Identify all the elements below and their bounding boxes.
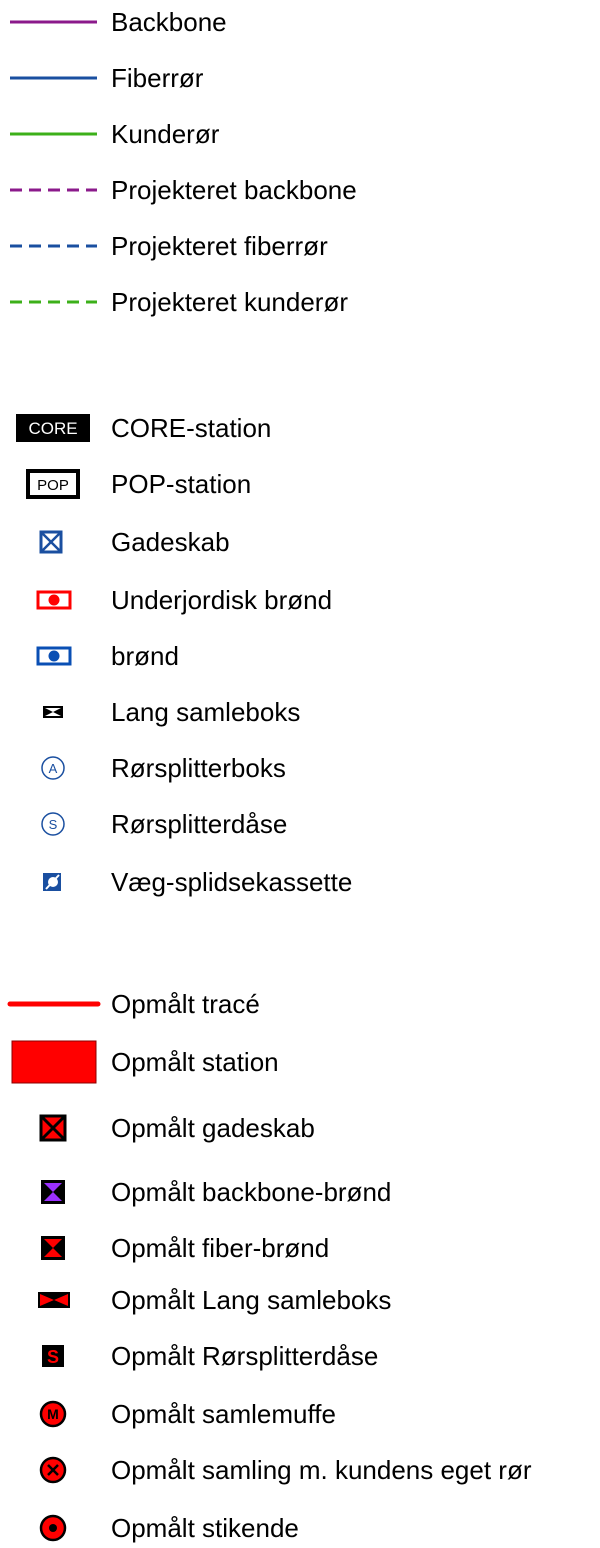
- wall-splice-cassette-icon: [0, 862, 100, 902]
- long-junction-box-icon: [0, 692, 100, 732]
- solid-purple-line-icon: [0, 2, 100, 42]
- legend-item-fiberror: Fiberrør: [0, 58, 600, 98]
- svg-text:POP: POP: [37, 477, 69, 494]
- legend-label: brønd: [111, 641, 179, 671]
- surveyed-station-icon: [0, 1040, 100, 1084]
- surveyed-street-cabinet-icon: [0, 1108, 100, 1148]
- svg-text:CORE: CORE: [28, 419, 77, 438]
- legend-label: Opmålt fiber-brønd: [111, 1233, 330, 1263]
- legend-item-pop-station: POP POP-station: [0, 464, 600, 504]
- legend-label: Fiberrør: [111, 63, 204, 93]
- svg-text:A: A: [49, 761, 58, 776]
- legend-label: Opmålt samlemuffe: [111, 1399, 336, 1429]
- legend-label: Væg-splidsekassette: [111, 867, 353, 897]
- legend-label: Opmålt station: [111, 1047, 279, 1077]
- surveyed-splice-sleeve-icon: M: [0, 1394, 100, 1434]
- legend-item-core-station: CORE CORE-station: [0, 408, 600, 448]
- legend-item-gadeskab: Gadeskab: [0, 522, 600, 562]
- legend-label: Opmålt tracé: [111, 989, 260, 1019]
- svg-text:S: S: [47, 1347, 59, 1367]
- legend-item-backbone: Backbone: [0, 2, 600, 42]
- legend-item-pipe-splitter-can: S Rørsplitterdåse: [0, 804, 600, 844]
- surveyed-fiber-well-icon: [0, 1228, 100, 1268]
- legend-label: Opmålt Lang samleboks: [111, 1285, 392, 1315]
- legend-item-surveyed-route: Opmålt tracé: [0, 984, 600, 1024]
- legend-item-surveyed-backbone-well: Opmålt backbone-brønd: [0, 1172, 600, 1212]
- legend-label: Backbone: [111, 7, 227, 37]
- legend-item-projected-fiberror: Projekteret fiberrør: [0, 226, 600, 266]
- dashed-purple-line-icon: [0, 170, 100, 210]
- legend-item-surveyed-joint-customer-pipe: Opmålt samling m. kundens eget rør: [0, 1450, 600, 1490]
- legend-label: Gadeskab: [111, 527, 230, 557]
- underground-well-icon: [0, 580, 100, 620]
- legend-item-pipe-splitter-box: A Rørsplitterboks: [0, 748, 600, 788]
- legend-label: Underjordisk brønd: [111, 585, 333, 615]
- legend-item-kunderor: Kunderør: [0, 114, 600, 154]
- legend-item-surveyed-splice-sleeve: M Opmålt samlemuffe: [0, 1394, 600, 1434]
- legend-item-surveyed-pipe-splitter-can: S Opmålt Rørsplitterdåse: [0, 1336, 600, 1376]
- surveyed-backbone-well-icon: [0, 1172, 100, 1212]
- legend-item-wall-splice-cassette: Væg-splidsekassette: [0, 862, 600, 902]
- legend-item-surveyed-long-junction-box: Opmålt Lang samleboks: [0, 1280, 600, 1320]
- legend-label: Opmålt stikende: [111, 1513, 299, 1543]
- legend-item-surveyed-fiber-well: Opmålt fiber-brønd: [0, 1228, 600, 1268]
- legend-label: Opmålt backbone-brønd: [111, 1177, 392, 1207]
- solid-blue-line-icon: [0, 58, 100, 98]
- legend-label: Rørsplitterdåse: [111, 809, 288, 839]
- svg-text:M: M: [47, 1406, 59, 1422]
- dashed-green-line-icon: [0, 282, 100, 322]
- surveyed-joint-customer-pipe-icon: [0, 1450, 100, 1490]
- legend-label: CORE-station: [111, 413, 272, 443]
- legend-item-underground-well: Underjordisk brønd: [0, 580, 600, 620]
- legend-item-surveyed-drop-end: Opmålt stikende: [0, 1508, 600, 1548]
- legend-label: Kunderør: [111, 119, 220, 149]
- legend-label: Projekteret kunderør: [111, 287, 348, 317]
- legend-label: POP-station: [111, 469, 252, 499]
- solid-green-line-icon: [0, 114, 100, 154]
- pop-station-icon: POP: [0, 464, 100, 504]
- legend-item-surveyed-station: Opmålt station: [0, 1040, 600, 1084]
- legend-label: Projekteret backbone: [111, 175, 357, 205]
- pipe-splitter-can-icon: S: [0, 804, 100, 844]
- surveyed-drop-end-icon: [0, 1508, 100, 1548]
- surveyed-route-line-icon: [0, 984, 101, 1024]
- legend-label: Lang samleboks: [111, 697, 301, 727]
- legend-item-projected-kunderor: Projekteret kunderør: [0, 282, 600, 322]
- legend-label: Opmålt gadeskab: [111, 1113, 315, 1143]
- street-cabinet-icon: [0, 522, 100, 562]
- dashed-blue-line-icon: [0, 226, 100, 266]
- pipe-splitter-box-icon: A: [0, 748, 100, 788]
- legend-label: Projekteret fiberrør: [111, 231, 328, 261]
- legend-label: Opmålt Rørsplitterdåse: [111, 1341, 379, 1371]
- surveyed-long-junction-box-icon: [0, 1280, 100, 1320]
- core-station-icon: CORE: [0, 408, 100, 448]
- well-icon: [0, 636, 100, 676]
- legend-item-projected-backbone: Projekteret backbone: [0, 170, 600, 210]
- legend-label: Opmålt samling m. kundens eget rør: [111, 1455, 532, 1485]
- legend-label: Rørsplitterboks: [111, 753, 286, 783]
- surveyed-pipe-splitter-can-icon: S: [0, 1336, 100, 1376]
- legend-item-long-junction-box: Lang samleboks: [0, 692, 600, 732]
- legend-item-surveyed-street-cabinet: Opmålt gadeskab: [0, 1108, 600, 1148]
- svg-text:S: S: [49, 817, 58, 832]
- legend-item-well: brønd: [0, 636, 600, 676]
